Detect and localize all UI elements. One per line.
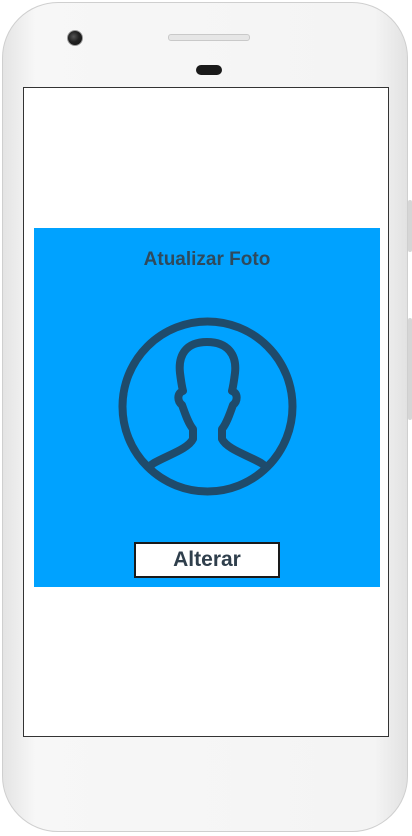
volume-button xyxy=(408,318,412,420)
panel-title: Atualizar Foto xyxy=(143,249,271,270)
front-camera-icon xyxy=(67,30,83,46)
user-avatar-icon xyxy=(116,315,299,498)
proximity-sensor xyxy=(196,65,222,75)
earpiece-speaker xyxy=(168,34,250,41)
change-photo-button[interactable]: Alterar xyxy=(134,542,280,578)
update-photo-panel: Atualizar Foto Alterar xyxy=(34,228,380,587)
app-screen: Atualizar Foto Alterar xyxy=(23,87,389,737)
power-button xyxy=(408,200,412,252)
